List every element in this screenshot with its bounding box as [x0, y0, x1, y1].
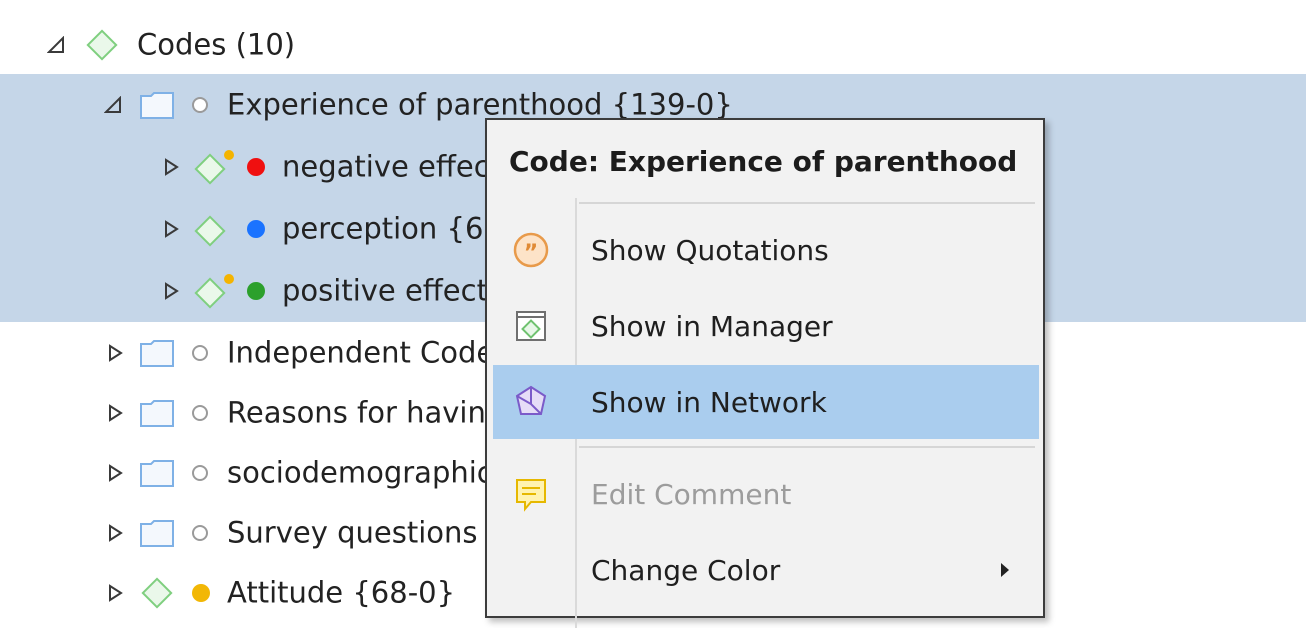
no-color-dot	[192, 97, 208, 113]
tree-row-label: positive effects	[282, 273, 504, 308]
menu-item-label: Show Quotations	[591, 233, 829, 267]
code-diamond-starred-icon	[194, 150, 234, 185]
menu-item-show-in-manager[interactable]: Show in Manager	[493, 289, 1039, 363]
tree-row-label: Survey questions	[227, 514, 478, 549]
tree-row-label: Reasons for having	[227, 394, 505, 429]
menu-item-change-color[interactable]: Change Color	[493, 533, 1039, 607]
tree-root-label: Codes (10)	[137, 26, 296, 61]
svg-text:”: ”	[524, 241, 538, 266]
collapse-icon[interactable]	[104, 96, 122, 114]
context-menu: Code: Experience of parenthood ” Show Qu…	[485, 118, 1045, 628]
expand-icon[interactable]	[107, 343, 123, 363]
context-menu-title: Code: Experience of parenthood	[509, 145, 1018, 178]
submenu-arrow-icon	[1001, 563, 1009, 577]
manager-window-icon	[516, 311, 546, 341]
color-dot-green	[247, 282, 265, 300]
tree-root-codes[interactable]: Codes (10)	[0, 14, 1306, 75]
expand-icon[interactable]	[107, 463, 123, 483]
color-dot-yellow	[192, 583, 210, 602]
expand-icon[interactable]	[163, 219, 179, 239]
tree-row-label: Independent Codes	[227, 334, 510, 369]
code-diamond-starred-icon	[194, 274, 234, 309]
color-dot-red	[247, 158, 265, 176]
expand-icon[interactable]	[163, 157, 179, 177]
expand-icon[interactable]	[107, 583, 123, 603]
folder-icon	[140, 399, 174, 427]
folder-icon	[140, 519, 174, 547]
menu-item-show-quotations[interactable]: ” Show Quotations	[493, 213, 1039, 287]
menu-item-show-in-network[interactable]: Show in Network	[493, 365, 1039, 439]
tree-row-label: perception {62	[282, 211, 502, 246]
menu-item-label: Change Color	[591, 553, 781, 587]
collapse-icon[interactable]	[47, 35, 65, 54]
menu-item-edit-comment[interactable]: Edit Comment	[493, 457, 1039, 531]
comment-icon	[516, 479, 546, 512]
menu-item-label: Edit Comment	[591, 477, 792, 511]
folder-icon	[140, 459, 174, 487]
tree-row-label: negative effects	[282, 149, 517, 184]
no-color-dot	[192, 524, 208, 541]
no-color-dot	[192, 464, 208, 481]
expand-icon[interactable]	[107, 523, 123, 543]
tree-row-label: Experience of parenthood {139-0}	[227, 87, 733, 122]
tree-row-label: sociodemographics	[227, 454, 508, 489]
menu-separator	[579, 202, 1035, 204]
tree-row-label: Attitude {68-0}	[227, 574, 456, 609]
folder-icon	[140, 92, 174, 119]
color-dot-blue	[247, 220, 265, 238]
quote-bubble-icon: ”	[513, 232, 549, 268]
expand-icon[interactable]	[163, 281, 179, 301]
code-diamond-icon	[194, 215, 226, 247]
no-color-dot	[192, 404, 208, 421]
code-diamond-icon	[86, 28, 118, 61]
expand-icon[interactable]	[107, 403, 123, 423]
folder-icon	[140, 339, 174, 367]
menu-item-label: Show in Network	[591, 385, 827, 419]
menu-item-label: Show in Manager	[591, 309, 833, 343]
no-color-dot	[192, 344, 208, 361]
network-icon	[515, 385, 547, 415]
menu-separator	[579, 446, 1035, 448]
code-diamond-icon	[141, 576, 173, 609]
